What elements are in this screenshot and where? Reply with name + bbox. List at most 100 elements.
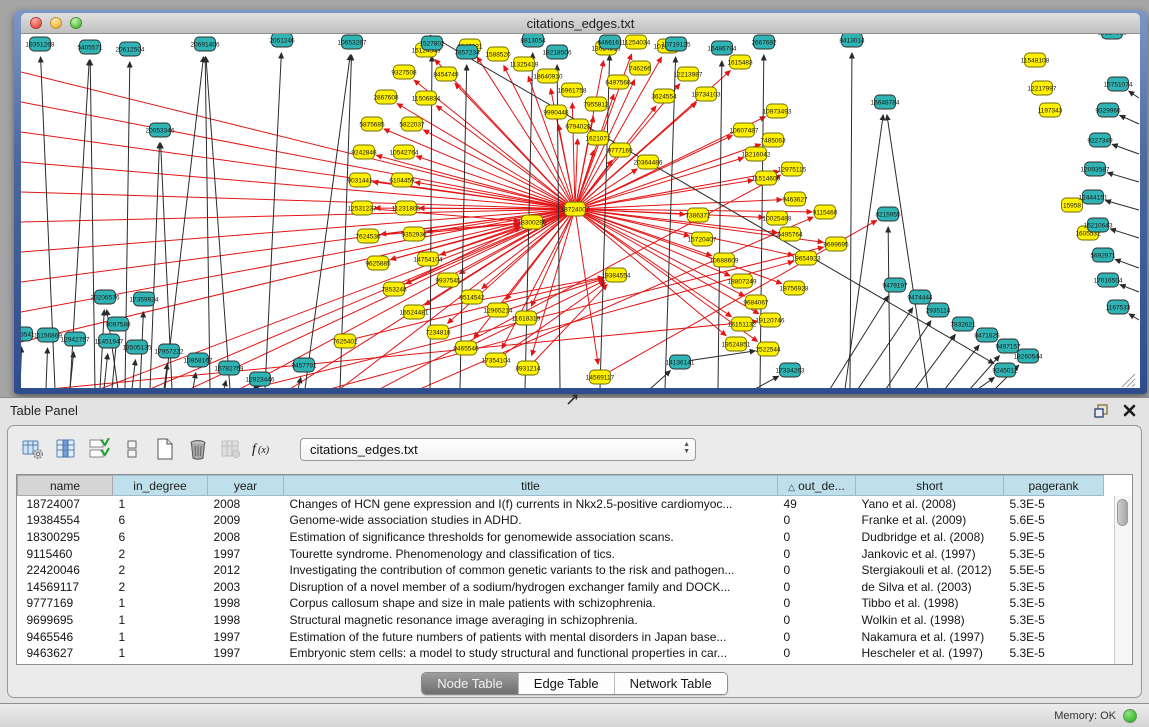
table-cell: 9463627 bbox=[18, 645, 113, 662]
table-vertical-scrollbar[interactable] bbox=[1114, 496, 1132, 664]
table-cell: 9115460 bbox=[18, 545, 113, 562]
table-row[interactable]: 946554611997Estimation of the future num… bbox=[18, 628, 1104, 645]
table-row[interactable]: 1456911722003Disruption of a novel membe… bbox=[18, 578, 1104, 595]
graph-node-label: 19654923 bbox=[792, 255, 821, 262]
table-cell: 0 bbox=[778, 612, 856, 629]
graph-node-label: 12942757 bbox=[61, 336, 90, 343]
table-row[interactable]: 946362711997Embryonic stem cells: a mode… bbox=[18, 645, 1104, 662]
graph-node-label: 18640910 bbox=[534, 73, 563, 80]
table-cell: Wolkin et al. (1998) bbox=[856, 612, 1004, 629]
graph-node-label: 7853248 bbox=[381, 286, 407, 293]
column-header-out_de[interactable]: △out_de... bbox=[778, 476, 856, 496]
graph-node-label: 5875685 bbox=[359, 121, 385, 128]
column-header-short[interactable]: short bbox=[856, 476, 1004, 496]
graph-node-label: 5405571 bbox=[77, 44, 103, 51]
import-table-disabled-button[interactable] bbox=[218, 436, 244, 462]
table-cell: 18724007 bbox=[18, 496, 113, 513]
graph-node-label: 9031441 bbox=[347, 177, 373, 184]
graph-node-label: 16961758 bbox=[558, 87, 587, 94]
graph-node-label: 12093587 bbox=[1081, 166, 1110, 173]
table-cell: 1998 bbox=[208, 595, 284, 612]
table-panel-title: Table Panel bbox=[10, 403, 78, 418]
delete-button[interactable] bbox=[185, 436, 211, 462]
table-row[interactable]: 2242004622012Investigating the contribut… bbox=[18, 562, 1104, 579]
tab-node-table[interactable]: Node Table bbox=[422, 673, 518, 694]
graph-node-label: 9245012 bbox=[992, 367, 1018, 374]
resize-grip[interactable] bbox=[1122, 374, 1135, 387]
rows-button[interactable] bbox=[119, 436, 145, 462]
column-header-name[interactable]: name bbox=[18, 476, 113, 496]
node-layer: 1872400719384554183002951512454993275082… bbox=[21, 34, 1133, 386]
table-cell: 1 bbox=[113, 612, 208, 629]
window-controls bbox=[30, 17, 82, 29]
table-row[interactable]: 911546021997Tourette syndrome. Phenomeno… bbox=[18, 545, 1104, 562]
table-cell: Corpus callosum shape and size in male p… bbox=[284, 595, 778, 612]
node-table: namein_degreeyeartitle△out_de...shortpag… bbox=[16, 474, 1133, 665]
network-window[interactable]: citations_edges.txt 18724007193845541830… bbox=[14, 10, 1147, 394]
graph-node-label: 15958 bbox=[1063, 202, 1081, 209]
table-cell: 9465546 bbox=[18, 628, 113, 645]
float-panel-button[interactable] bbox=[1091, 402, 1111, 420]
graph-node-label: 9352936 bbox=[401, 231, 427, 238]
function-button[interactable]: f(x) bbox=[251, 436, 277, 462]
graph-node-label: 19351268 bbox=[26, 41, 55, 48]
column-header-pagerank[interactable]: pagerank bbox=[1004, 476, 1104, 496]
table-row[interactable]: 1830029562008Estimation of significance … bbox=[18, 529, 1104, 546]
graph-node-label: 19384554 bbox=[602, 272, 631, 279]
table-cell: 5.3E-5 bbox=[1004, 545, 1104, 562]
table-cell: Franke et al. (2009) bbox=[856, 512, 1004, 529]
network-canvas[interactable]: 1872400719384554183002951512454993275082… bbox=[21, 34, 1140, 388]
table-cell: 0 bbox=[778, 595, 856, 612]
graph-node-label: 6497568 bbox=[605, 79, 631, 86]
graph-node-label: 12217997 bbox=[1028, 85, 1057, 92]
table-cell: Structural magnetic resonance image aver… bbox=[284, 612, 778, 629]
citation-network-graph[interactable]: 1872400719384554183002951512454993275082… bbox=[21, 34, 1140, 388]
close-window-button[interactable] bbox=[30, 17, 42, 29]
graph-node-label: 20691406 bbox=[191, 41, 220, 48]
table-cell: 2012 bbox=[208, 562, 284, 579]
graph-node-label: 1615483 bbox=[727, 59, 753, 66]
graph-node-label: 12923446 bbox=[246, 376, 275, 383]
table-cell: Estimation of the future numbers of pati… bbox=[284, 628, 778, 645]
minimize-window-button[interactable] bbox=[50, 17, 62, 29]
network-table-select[interactable]: citations_edges.txt ▲▼ bbox=[300, 438, 696, 461]
svg-text:(x): (x) bbox=[258, 445, 270, 456]
table-cell: 2008 bbox=[208, 496, 284, 513]
table-row[interactable]: 1872400712008Changes of HCN gene express… bbox=[18, 496, 1104, 513]
graph-node-label: 10958167 bbox=[184, 357, 213, 364]
graph-node-label: 10719125 bbox=[662, 41, 691, 48]
table-panel: Table Panel bbox=[0, 397, 1149, 703]
column-header-year[interactable]: year bbox=[208, 476, 284, 496]
graph-node-label: 10607487 bbox=[730, 127, 759, 134]
table-row[interactable]: 977716911998Corpus callosum shape and si… bbox=[18, 595, 1104, 612]
table-cell: 22420046 bbox=[18, 562, 113, 579]
tab-edge-table[interactable]: Edge Table bbox=[518, 673, 614, 694]
table-settings-button[interactable] bbox=[20, 436, 46, 462]
table-cell: de Silva et al. (2003) bbox=[856, 578, 1004, 595]
select-column-button[interactable] bbox=[53, 436, 79, 462]
table-cell: 1997 bbox=[208, 545, 284, 562]
row-check-button[interactable] bbox=[86, 436, 112, 462]
graph-node-label: 7624536 bbox=[355, 233, 381, 240]
close-panel-button[interactable] bbox=[1119, 402, 1139, 420]
network-window-titlebar[interactable]: citations_edges.txt bbox=[21, 13, 1140, 34]
graph-node-label: 1588520 bbox=[485, 51, 511, 58]
graph-node-label: 15720407 bbox=[688, 236, 717, 243]
table-cell: Changes of HCN gene expression and I(f) … bbox=[284, 496, 778, 513]
memory-status-label: Memory: OK bbox=[1054, 710, 1116, 722]
graph-node-label: 17359924 bbox=[130, 296, 159, 303]
new-document-button[interactable] bbox=[152, 436, 178, 462]
tab-network-table[interactable]: Network Table bbox=[614, 673, 727, 694]
graph-node-label: 13505135 bbox=[123, 344, 152, 351]
table-row[interactable]: 969969511998Structural magnetic resonanc… bbox=[18, 612, 1104, 629]
graph-node-label: 20612504 bbox=[116, 46, 145, 53]
graph-node-label: 9625885 bbox=[365, 260, 391, 267]
graph-node-label: 9474444 bbox=[907, 294, 933, 301]
column-header-title[interactable]: title bbox=[284, 476, 778, 496]
table-row[interactable]: 1938455462009Genome-wide association stu… bbox=[18, 512, 1104, 529]
table-cell: 1 bbox=[113, 628, 208, 645]
column-header-in_degree[interactable]: in_degree bbox=[113, 476, 208, 496]
table-cell: 5.3E-5 bbox=[1004, 595, 1104, 612]
zoom-window-button[interactable] bbox=[70, 17, 82, 29]
scrollbar-thumb[interactable] bbox=[1117, 499, 1128, 526]
